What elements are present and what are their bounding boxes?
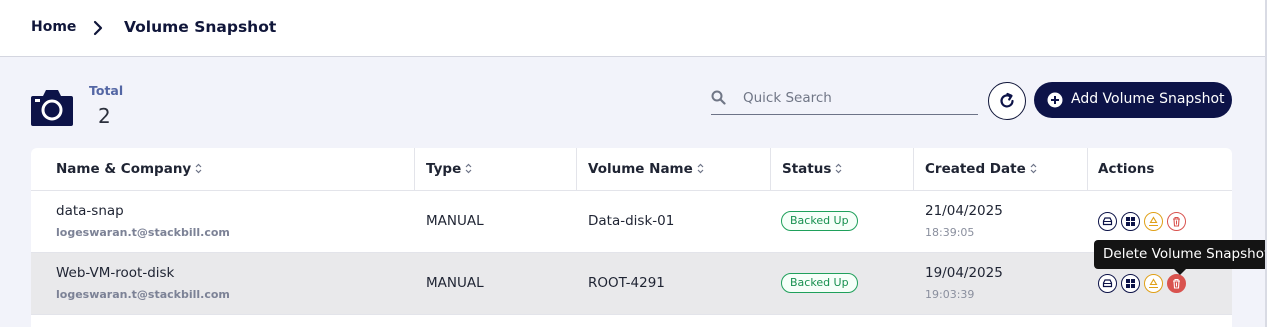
create-template-button[interactable]: [1121, 274, 1140, 293]
sort-icon: [465, 163, 472, 174]
snapshot-name: Web-VM-root-disk: [56, 265, 175, 281]
created-time: 19:03:39: [925, 288, 975, 301]
snapshot-type: MANUAL: [426, 213, 484, 229]
total-count: 2: [98, 104, 111, 128]
disk-icon: [1102, 279, 1113, 288]
snapshot-type: MANUAL: [426, 275, 484, 291]
status-badge: Backed Up: [781, 211, 858, 231]
recycle-icon: [1149, 278, 1158, 289]
tooltip-arrow: [1174, 269, 1186, 275]
delete-tooltip: Delete Volume Snapshot: [1094, 240, 1267, 275]
disk-icon: [1102, 217, 1113, 226]
status-badge: Backed Up: [781, 273, 858, 293]
delete-snapshot-button[interactable]: [1167, 212, 1186, 231]
create-template-button[interactable]: [1121, 212, 1140, 231]
grid-icon: [1126, 279, 1135, 288]
attach-disk-button[interactable]: [1098, 274, 1117, 293]
grid-icon: [1126, 217, 1135, 226]
breadcrumb-home-link[interactable]: Home: [31, 19, 76, 35]
table-header-row: Name & Company Type Volume Name Status C…: [31, 148, 1232, 191]
refresh-icon: [1000, 92, 1014, 108]
header-created-date[interactable]: Created Date: [925, 161, 1037, 177]
search-input[interactable]: [743, 87, 973, 109]
revert-snapshot-button[interactable]: [1144, 274, 1163, 293]
table-row[interactable]: Web-VM-root-disk logeswaran.t@stackbill.…: [31, 253, 1232, 315]
attach-disk-button[interactable]: [1098, 212, 1117, 231]
header-label: Type: [426, 161, 462, 177]
header-label: Name & Company: [56, 161, 192, 177]
company-email: logeswaran.t@stackbill.com: [56, 226, 230, 239]
snapshot-name: data-snap: [56, 203, 124, 219]
sort-icon: [195, 163, 202, 174]
created-date: 19/04/2025: [925, 265, 1003, 281]
header-label: Status: [782, 161, 832, 177]
header-volume-name[interactable]: Volume Name: [588, 161, 704, 177]
volume-name: Data-disk-01: [588, 213, 675, 229]
plus-circle-icon: [1047, 92, 1063, 108]
sort-icon: [835, 163, 842, 174]
tooltip-text: Delete Volume Snapshot: [1103, 246, 1267, 262]
search-icon: [711, 90, 726, 105]
chevron-right-icon: [93, 20, 103, 36]
volume-name: ROOT-4291: [588, 275, 665, 291]
header-label: Created Date: [925, 161, 1026, 177]
header-status[interactable]: Status: [782, 161, 842, 177]
add-volume-snapshot-button[interactable]: Add Volume Snapshot: [1034, 82, 1232, 118]
camera-icon: [31, 90, 73, 126]
trash-icon: [1173, 216, 1180, 227]
total-label: Total: [89, 83, 124, 98]
add-button-label: Add Volume Snapshot: [1071, 91, 1225, 107]
breadcrumb-current: Volume Snapshot: [124, 18, 277, 36]
header-label: Volume Name: [588, 161, 693, 177]
header-actions: Actions: [1098, 161, 1155, 177]
company-email: logeswaran.t@stackbill.com: [56, 288, 230, 301]
top-bar: Home Volume Snapshot: [0, 0, 1267, 57]
quick-search: [711, 84, 978, 115]
refresh-button[interactable]: [988, 82, 1026, 120]
header-name-company[interactable]: Name & Company: [56, 161, 202, 177]
snapshot-table: Name & Company Type Volume Name Status C…: [31, 148, 1232, 327]
sort-icon: [697, 163, 704, 174]
revert-snapshot-button[interactable]: [1144, 212, 1163, 231]
created-date: 21/04/2025: [925, 203, 1003, 219]
sort-icon: [1030, 163, 1037, 174]
trash-icon: [1173, 278, 1180, 289]
header-type[interactable]: Type: [426, 161, 472, 177]
recycle-icon: [1149, 216, 1158, 227]
table-row[interactable]: data-snap logeswaran.t@stackbill.com MAN…: [31, 191, 1232, 253]
delete-snapshot-button[interactable]: [1167, 274, 1186, 293]
created-time: 18:39:05: [925, 226, 975, 239]
